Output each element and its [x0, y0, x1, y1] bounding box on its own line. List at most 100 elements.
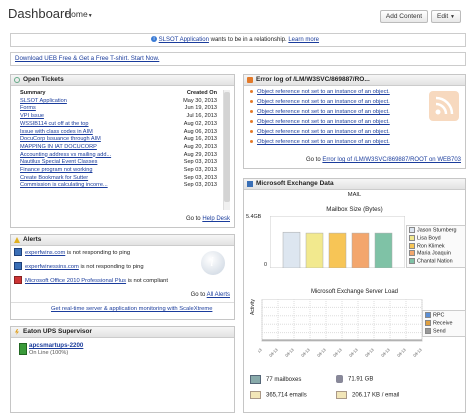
legend-swatch — [425, 312, 431, 318]
info-circle-icon: i — [201, 251, 225, 275]
bullet-icon — [250, 99, 253, 103]
bar-3 — [351, 232, 370, 268]
ticket-summary[interactable]: DocuCorp Issuance through AIM — [19, 136, 162, 144]
legend-item: Chantal Nation — [409, 258, 463, 266]
legend-item: Lisa Boyd — [409, 234, 463, 243]
table-row[interactable]: Nautilus Special Event Classes Sep 03, 20… — [19, 159, 219, 167]
bullet-icon — [250, 139, 253, 143]
table-row[interactable]: Commission is calculating incorre... Sep … — [19, 182, 219, 190]
alerts-footer-prefix: Go to — [190, 292, 206, 298]
mail-section-label: MAIL — [347, 192, 362, 198]
ticket-summary[interactable]: Commission is calculating incorre... — [19, 182, 162, 190]
scalextreme-link[interactable]: Get real-time server & application monit… — [51, 306, 212, 312]
error-link[interactable]: Object reference not set to an instance … — [257, 139, 390, 145]
table-row[interactable]: Forms Jun 19, 2013 — [19, 105, 219, 113]
ticket-summary[interactable]: Accounting address vs mailing add... — [19, 152, 162, 160]
load-chart-title: Microsoft Exchange Server Load — [310, 289, 399, 295]
all-alerts-link[interactable]: All Alerts — [207, 292, 230, 298]
ticket-summary[interactable]: Create Bookmark for Sutter — [19, 175, 162, 183]
learn-more-link[interactable]: Learn more — [288, 37, 319, 43]
legend-swatch — [409, 242, 415, 249]
alert-icon — [14, 237, 20, 243]
tickets-scrollbar[interactable] — [223, 90, 230, 210]
legend-swatch — [425, 327, 431, 334]
table-row[interactable]: SLSOT Application May 30, 2013 — [19, 98, 219, 106]
alerts-title: Alerts — [23, 236, 42, 243]
monitor-icon — [14, 262, 22, 271]
ups-title: Eaton UPS Supervisor — [23, 328, 92, 335]
load-y-label: Activity — [250, 299, 256, 315]
scrollbar-thumb[interactable] — [224, 92, 230, 202]
ticket-date: Aug 16, 2013 — [183, 136, 217, 143]
home-dropdown[interactable]: Home▼ — [65, 9, 93, 19]
help-desk-link[interactable]: Help Desk — [202, 216, 230, 222]
mailbox-legend: Jason Sturnberg Lisa Boyd Ron Klimek Maria … — [406, 225, 466, 268]
mailbox-bar-chart — [270, 216, 405, 268]
alert-link[interactable]: Microsoft Office 2010 Professional Plus — [25, 278, 126, 284]
legend-item: Maria Joaquin — [409, 250, 463, 258]
table-row[interactable]: Issue with class codes in AIM Aug 06, 201… — [19, 129, 219, 137]
table-row[interactable]: VPI Issue Jul 16, 2013 — [19, 113, 219, 121]
open-tickets-header: Open Tickets — [11, 75, 234, 86]
ticket-summary[interactable]: SLSOT Application — [19, 98, 162, 106]
ticket-summary[interactable]: VPI Issue — [19, 113, 162, 121]
exchange-stats: 77 mailboxes 71.91 GB 365,714 emails 206… — [248, 375, 462, 409]
ticket-summary[interactable]: WSSIB114 cut off at the top — [19, 121, 162, 129]
refresh-icon[interactable] — [14, 77, 20, 83]
legend-item: Send — [425, 327, 463, 336]
table-row[interactable]: MAPPING IN IAT DOCUCORP Aug 20, 2013 — [19, 144, 219, 152]
ticket-summary[interactable]: Nautilus Special Event Classes — [19, 159, 162, 167]
rss-icon — [247, 77, 253, 83]
ticket-date: Sep 03, 2013 — [183, 174, 217, 181]
ticket-summary[interactable]: MAPPING IN IAT DOCUCORP — [19, 144, 162, 152]
edit-button[interactable]: Edit ▼ — [431, 10, 461, 23]
table-row[interactable]: DocuCorp Issuance through AIM Aug 16, 201… — [19, 136, 219, 144]
legend-label: Chantal Nation — [417, 258, 453, 265]
y-tick-top: 5.4GB — [246, 214, 262, 220]
error-log-title: Error log of /LM/W3SVC/869887/RO... — [256, 76, 370, 83]
chevron-down-icon: ▼ — [87, 13, 93, 19]
error-link[interactable]: Object reference not set to an instance … — [257, 129, 390, 135]
bar-4 — [374, 232, 393, 268]
legend-item: Jason Sturnberg — [409, 227, 463, 235]
alert-link[interactable]: experfwinessins.com — [25, 264, 79, 270]
error-list: Object reference not set to an instance … — [250, 88, 420, 150]
table-row[interactable]: Finance program not working Sep 03, 2013 — [19, 167, 219, 175]
x-tick-label: 09-13 — [316, 347, 327, 357]
x-tick-label: 09-13 — [396, 347, 407, 357]
stat-per-email-value: 206.17 KB / email — [352, 392, 400, 399]
ticket-summary[interactable]: Forms — [19, 105, 162, 113]
x-tick-label: 09-13 — [348, 347, 359, 357]
error-log-link[interactable]: Error log of /LM/W3SVC/869887/ROOT on WE… — [322, 157, 461, 163]
battery-icon — [19, 343, 27, 355]
bullet-icon — [250, 129, 253, 133]
error-log-header: Error log of /LM/W3SVC/869887/RO... — [244, 75, 465, 86]
error-link[interactable]: Object reference not set to an instance … — [257, 119, 390, 125]
table-row[interactable]: Create Bookmark for Sutter Sep 03, 2013 — [19, 175, 219, 183]
ticket-date: Aug 02, 2013 — [183, 120, 217, 127]
ups-panel: Eaton UPS Supervisor apcsmartups-2200 On… — [10, 326, 235, 413]
error-item: Object reference not set to an instance … — [250, 138, 390, 147]
error-link[interactable]: Object reference not set to an instance … — [257, 109, 390, 115]
ticket-date: Jul 16, 2013 — [186, 113, 217, 120]
ticket-summary[interactable]: Issue with class codes in AIM — [19, 129, 162, 137]
alert-link[interactable]: experfwins.com — [25, 250, 65, 256]
exchange-title: Microsoft Exchange Data — [256, 180, 334, 187]
ticket-summary[interactable]: Finance program not working — [19, 167, 162, 175]
error-link[interactable]: Object reference not set to an instance … — [257, 99, 390, 105]
legend-label: Jason Sturnberg — [417, 227, 457, 234]
chevron-down-icon: ▼ — [450, 14, 455, 20]
table-row[interactable]: Accounting address vs mailing add... Aug … — [19, 152, 219, 160]
table-row[interactable]: WSSIB114 cut off at the top Aug 02, 2013 — [19, 121, 219, 129]
ups-status: On Line (100%) — [29, 350, 69, 356]
promo-link[interactable]: Download UEB Free & Get a Free T-shirt. … — [15, 55, 159, 63]
ups-device-link[interactable]: apcsmartups-2200 — [29, 342, 83, 349]
email-size-icon — [336, 391, 347, 399]
error-log-footer: Go to Error log of /LM/W3SVC/869887/ROOT… — [306, 157, 461, 163]
slsot-app-link[interactable]: SLSOT Application — [159, 37, 209, 43]
ticket-date: Jun 19, 2013 — [184, 105, 217, 112]
add-content-button[interactable]: Add Content — [380, 10, 428, 23]
load-legend: RPC Receive Send — [422, 310, 466, 338]
email-icon — [250, 391, 261, 399]
error-link[interactable]: Object reference not set to an instance … — [257, 89, 390, 95]
